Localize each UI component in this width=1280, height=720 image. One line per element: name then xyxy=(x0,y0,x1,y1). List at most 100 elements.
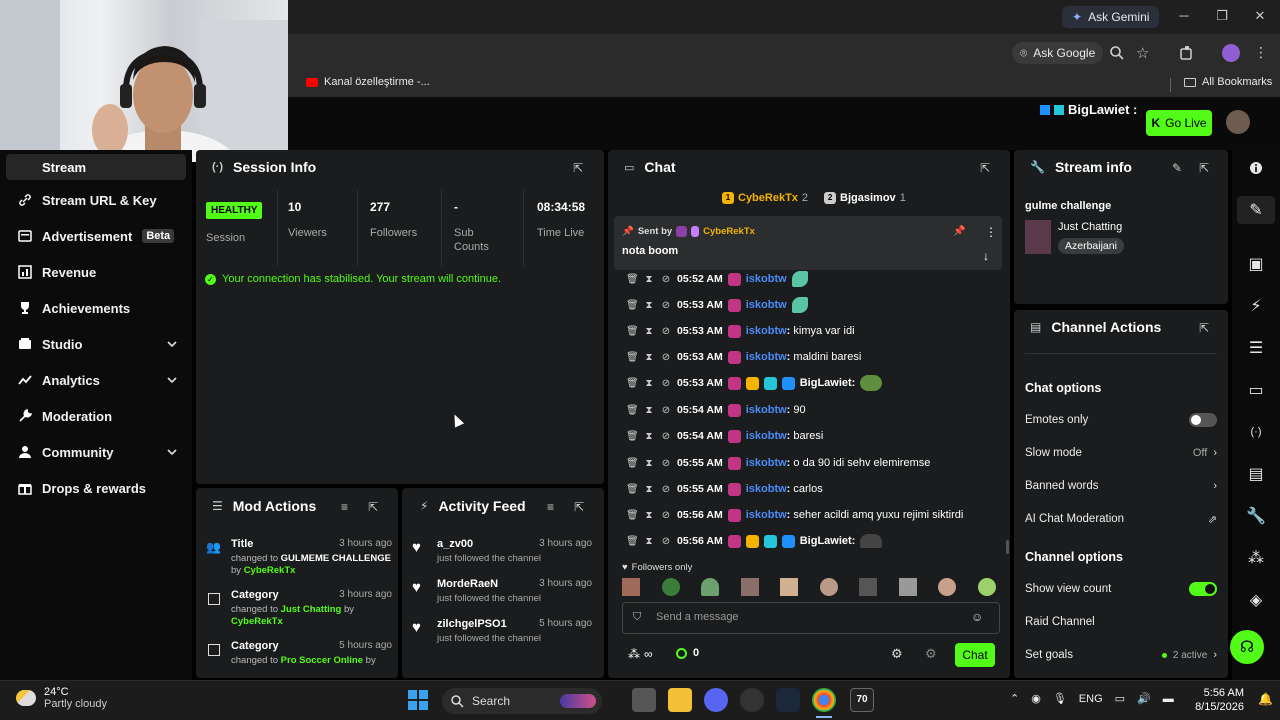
pencil-icon[interactable]: ✎ xyxy=(1246,200,1266,220)
timeout-icon[interactable]: ⧗ xyxy=(643,536,655,547)
avatar[interactable] xyxy=(740,578,759,596)
ask-google-button[interactable]: ⌾ Ask Google xyxy=(1012,42,1104,64)
popout-icon[interactable]: ⇱ xyxy=(368,500,378,514)
bookmark-star-icon[interactable]: ☆ xyxy=(1136,44,1154,62)
trash-icon[interactable]: 🗑 xyxy=(626,536,639,547)
menu-dots-icon[interactable]: ⋮ xyxy=(1254,44,1272,62)
sidebar-item-analytics[interactable]: Analytics xyxy=(18,368,178,392)
shield-icon[interactable]: ⛉ xyxy=(633,611,641,624)
taskbar-search[interactable]: Search xyxy=(442,688,602,714)
timeout-icon[interactable]: ⧗ xyxy=(643,326,655,337)
go-live-button[interactable]: K Go Live xyxy=(1146,110,1212,136)
channel-points[interactable]: 0 xyxy=(676,647,699,659)
notification-bell-icon[interactable]: 🔔 xyxy=(1258,692,1273,706)
channel-actions-icon[interactable]: ▤ xyxy=(1246,464,1266,484)
popout-icon[interactable]: ⇱ xyxy=(980,161,990,175)
bookmark-youtube[interactable]: Kanal özelleştirme -... xyxy=(306,76,430,88)
gear-icon[interactable]: ⚙ xyxy=(891,646,903,662)
session-icon[interactable]: (·) xyxy=(1246,422,1266,442)
top-chatter[interactable]: 1 CybeRekTx 2 xyxy=(722,192,808,204)
send-chat-button[interactable]: Chat xyxy=(955,643,995,667)
raid-channel-row[interactable]: Raid Channel xyxy=(1025,611,1217,633)
steam-icon[interactable] xyxy=(776,688,800,712)
volume-icon[interactable]: 🔊 xyxy=(1137,692,1151,705)
trash-icon[interactable]: 🗑 xyxy=(626,352,639,363)
community-dots-icon[interactable]: ⁂ xyxy=(1246,548,1266,568)
emotes-only-toggle[interactable] xyxy=(1189,413,1217,427)
ban-icon[interactable]: ⊘ xyxy=(660,484,672,495)
trash-icon[interactable]: 🗑 xyxy=(626,378,639,389)
bolt-icon[interactable]: ⚡ xyxy=(1246,296,1266,316)
app-70-icon[interactable]: 70 xyxy=(850,688,874,712)
stream-category[interactable]: Just Chatting xyxy=(1058,221,1122,233)
all-bookmarks[interactable]: All Bookmarks xyxy=(1184,76,1272,88)
sidebar-item-revenue[interactable]: Revenue xyxy=(18,260,178,284)
sidebar-item-community[interactable]: Community xyxy=(18,440,178,464)
trash-icon[interactable]: 🗑 xyxy=(626,326,639,337)
maximize-icon[interactable]: ❐ xyxy=(1214,8,1230,24)
scroll-down-icon[interactable]: ↓ xyxy=(983,249,989,263)
ban-icon[interactable]: ⊘ xyxy=(660,352,672,363)
ban-icon[interactable]: ⊘ xyxy=(660,274,672,285)
sidebar-item-advertisement[interactable]: Advertisement Beta xyxy=(18,224,178,248)
chat-icon[interactable]: ▭ xyxy=(1246,380,1266,400)
tv-icon[interactable]: ▣ xyxy=(1246,254,1266,274)
chat-input-placeholder[interactable]: Send a message xyxy=(656,611,739,623)
popout-icon[interactable]: ⇱ xyxy=(574,500,584,514)
ban-icon[interactable]: ⊘ xyxy=(660,510,672,521)
top-chatter[interactable]: 2 Bjgasimov 1 xyxy=(824,192,906,204)
sidebar-item-stream-url-key[interactable]: Stream URL & Key xyxy=(18,188,178,212)
ban-icon[interactable]: ⊘ xyxy=(660,300,672,311)
trash-icon[interactable]: 🗑 xyxy=(626,458,639,469)
trash-icon[interactable]: 🗑 xyxy=(626,274,639,285)
more-options-icon[interactable]: ⋮ xyxy=(985,225,997,239)
filter-icon[interactable]: ≡ xyxy=(341,500,348,514)
sidebar-item-studio[interactable]: Studio xyxy=(18,332,178,356)
avatar[interactable] xyxy=(898,578,917,596)
wrench-icon[interactable]: 🔧 xyxy=(1246,506,1266,526)
sidebar-item-achievements[interactable]: Achievements xyxy=(18,296,178,320)
chrome-icon[interactable] xyxy=(812,688,836,712)
avatar[interactable] xyxy=(701,578,720,596)
ban-icon[interactable]: ⊘ xyxy=(660,458,672,469)
chat-scrollbar[interactable] xyxy=(1006,540,1009,554)
ban-icon[interactable]: ⊘ xyxy=(660,536,672,547)
ban-icon[interactable]: ⊘ xyxy=(660,378,672,389)
ai-chat-moderation-row[interactable]: AI Chat Moderation ⇗ xyxy=(1025,508,1217,530)
info-icon[interactable] xyxy=(1246,158,1266,178)
timeout-icon[interactable]: ⧗ xyxy=(643,431,655,442)
windows-start-icon[interactable] xyxy=(406,688,430,712)
search-icon[interactable] xyxy=(1108,44,1126,62)
set-goals-row[interactable]: Set goals 2 active › xyxy=(1025,644,1217,666)
list-icon[interactable]: ☰ xyxy=(1246,338,1266,358)
timeout-icon[interactable]: ⧗ xyxy=(643,484,655,495)
profile-avatar[interactable] xyxy=(1222,44,1240,62)
taskbar-clock[interactable]: 5:56 AM 8/15/2026 xyxy=(1180,686,1244,714)
popout-icon[interactable]: ⇱ xyxy=(1199,321,1209,335)
timeout-icon[interactable]: ⧗ xyxy=(643,274,655,285)
avatar[interactable] xyxy=(819,578,838,596)
sidebar-item-stream[interactable]: Stream xyxy=(6,154,186,180)
filter-icon[interactable]: ≡ xyxy=(547,500,554,514)
trash-icon[interactable]: 🗑 xyxy=(626,300,639,311)
bot-icon[interactable]: ⚙ xyxy=(925,646,937,662)
edit-icon[interactable]: ✎ xyxy=(1172,161,1182,175)
weather-widget[interactable]: 24°C Partly cloudy xyxy=(16,686,107,710)
file-explorer-icon[interactable] xyxy=(668,688,692,712)
slow-mode-row[interactable]: Slow mode Off › xyxy=(1025,442,1217,464)
timeout-icon[interactable]: ⧗ xyxy=(643,510,655,521)
extensions-icon[interactable] xyxy=(1178,44,1196,62)
avatar[interactable] xyxy=(661,578,680,596)
timeout-icon[interactable]: ⧗ xyxy=(643,300,655,311)
microphone-icon[interactable]: 🎙 xyxy=(1053,692,1067,705)
discord-icon[interactable] xyxy=(704,688,728,712)
trash-icon[interactable]: 🗑 xyxy=(626,405,639,416)
help-button[interactable]: ☊ xyxy=(1230,630,1264,664)
ban-icon[interactable]: ⊘ xyxy=(660,405,672,416)
network-icon[interactable]: ▭ xyxy=(1115,692,1125,705)
avatar[interactable] xyxy=(859,578,878,596)
trash-icon[interactable]: 🗑 xyxy=(626,484,639,495)
avatar[interactable] xyxy=(977,578,996,596)
tray-app-icon[interactable]: ◉ xyxy=(1031,692,1041,705)
timeout-icon[interactable]: ⧗ xyxy=(643,378,655,389)
